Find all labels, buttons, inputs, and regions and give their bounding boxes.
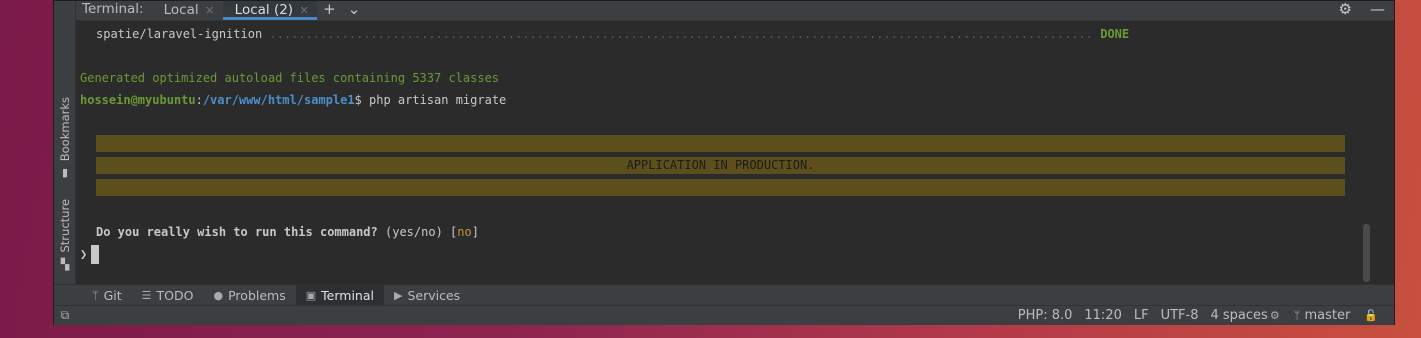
bookmarks-tab[interactable]: Bookmarks ▮ bbox=[56, 97, 74, 179]
indent-label: 4 spaces bbox=[1210, 308, 1268, 323]
cursor-position[interactable]: 11:20 bbox=[1078, 308, 1127, 323]
branch-icon: ᛘ bbox=[92, 288, 99, 302]
toolwindow-services[interactable]: ▶ Services bbox=[384, 285, 470, 305]
text-cursor bbox=[91, 245, 100, 264]
tab-label: Local bbox=[163, 2, 199, 18]
toolwindow-problems[interactable]: ● Problems bbox=[204, 285, 296, 305]
tab-label: Local (2) bbox=[234, 2, 294, 18]
tab-local-2[interactable]: Local (2) × bbox=[222, 1, 318, 20]
dots-leader: ........................................… bbox=[262, 27, 1101, 41]
terminal-tab-bar: Terminal: Local × Local (2) × + ⌄ ⚙ — bbox=[76, 1, 1394, 21]
bookmark-icon: ▮ bbox=[61, 166, 69, 180]
input-line[interactable]: ❯ bbox=[80, 244, 100, 264]
structure-icon: ▚ bbox=[60, 257, 70, 271]
branch-label: master bbox=[1304, 308, 1351, 323]
scrollbar[interactable] bbox=[1363, 224, 1370, 282]
toolwindow-todo[interactable]: ☰ TODO bbox=[132, 285, 204, 305]
terminal-title: Terminal: bbox=[82, 1, 144, 17]
options-text: (yes/no) bbox=[377, 225, 451, 239]
ide-window: Bookmarks ▮ Structure ▚ Terminal: Local … bbox=[53, 0, 1395, 325]
branch-icon: ᛘ bbox=[1293, 309, 1301, 322]
prompt-colon: : bbox=[195, 93, 203, 107]
banner-band-bottom bbox=[96, 179, 1345, 196]
bracket-close: ] bbox=[471, 225, 479, 239]
php-version[interactable]: PHP: 8.0 bbox=[1012, 308, 1079, 323]
info-icon: ● bbox=[213, 288, 224, 302]
toolwindow-label: Git bbox=[103, 287, 122, 303]
structure-tab[interactable]: Structure ▚ bbox=[56, 199, 74, 271]
default-answer: no bbox=[457, 225, 472, 239]
done-status: DONE bbox=[1100, 27, 1130, 41]
indent-settings-icon: ⚙ bbox=[1269, 309, 1280, 322]
git-branch[interactable]: ᛘ master bbox=[1286, 308, 1357, 323]
status-bar: ⧉ PHP: 8.0 11:20 LF UTF-8 4 spaces ⚙ ᛘ ma… bbox=[54, 305, 1394, 325]
prompt-dollar: $ bbox=[354, 93, 369, 107]
production-banner: APPLICATION IN PRODUCTION. bbox=[626, 158, 815, 172]
lock-icon[interactable]: 🔓 bbox=[1358, 309, 1384, 322]
close-icon[interactable]: × bbox=[299, 2, 309, 19]
toolwindow-label: Services bbox=[407, 287, 461, 303]
output-line-autoload: Generated optimized autoload files conta… bbox=[80, 71, 500, 85]
indent-setting[interactable]: 4 spaces ⚙ bbox=[1205, 308, 1286, 323]
play-icon: ▶ bbox=[393, 288, 403, 302]
structure-label: Structure bbox=[58, 199, 72, 253]
command-text: php artisan migrate bbox=[369, 93, 507, 107]
toolwindow-git[interactable]: ᛘ Git bbox=[82, 285, 132, 305]
banner-band-top bbox=[96, 135, 1345, 152]
left-tool-strip: Bookmarks ▮ Structure ▚ bbox=[54, 1, 76, 284]
close-icon[interactable]: × bbox=[205, 2, 215, 19]
output-line-package: spatie/laravel-ignition ................… bbox=[96, 27, 1129, 41]
chevron-down-icon[interactable]: ⌄ bbox=[342, 1, 367, 20]
prompt-line: hossein@myubuntu:/var/www/html/sample1$ … bbox=[80, 93, 506, 107]
prompt-user: hossein@myubuntu bbox=[80, 93, 196, 107]
tab-local[interactable]: Local × bbox=[152, 1, 223, 20]
caret-icon: ❯ bbox=[80, 247, 88, 261]
toolwindow-label: Problems bbox=[228, 287, 286, 303]
file-encoding[interactable]: UTF-8 bbox=[1155, 308, 1205, 323]
minimize-icon[interactable]: — bbox=[1361, 1, 1394, 20]
line-ending[interactable]: LF bbox=[1128, 308, 1155, 323]
toolwindow-label: TODO bbox=[156, 287, 194, 303]
list-icon: ☰ bbox=[141, 288, 152, 302]
question-text: Do you really wish to run this command? bbox=[96, 225, 378, 239]
toolwindow-terminal[interactable]: ▣ Terminal bbox=[295, 285, 384, 305]
toolwindow-label: Terminal bbox=[321, 287, 374, 303]
add-icon[interactable]: + bbox=[317, 1, 342, 20]
tool-window-bar: ᛘ Git ☰ TODO ● Problems ▣ Terminal ▶ Ser… bbox=[54, 284, 1394, 305]
package-name: spatie/laravel-ignition bbox=[96, 27, 263, 41]
layout-icon[interactable]: ⧉ bbox=[54, 308, 76, 323]
prompt-path: /var/www/html/sample1 bbox=[202, 93, 355, 107]
confirm-question-line: Do you really wish to run this command? … bbox=[96, 225, 479, 239]
terminal-icon: ▣ bbox=[305, 288, 317, 302]
bookmarks-label: Bookmarks bbox=[58, 97, 72, 162]
gear-icon[interactable]: ⚙ bbox=[1330, 1, 1361, 20]
terminal-output[interactable]: spatie/laravel-ignition ................… bbox=[76, 22, 1394, 284]
